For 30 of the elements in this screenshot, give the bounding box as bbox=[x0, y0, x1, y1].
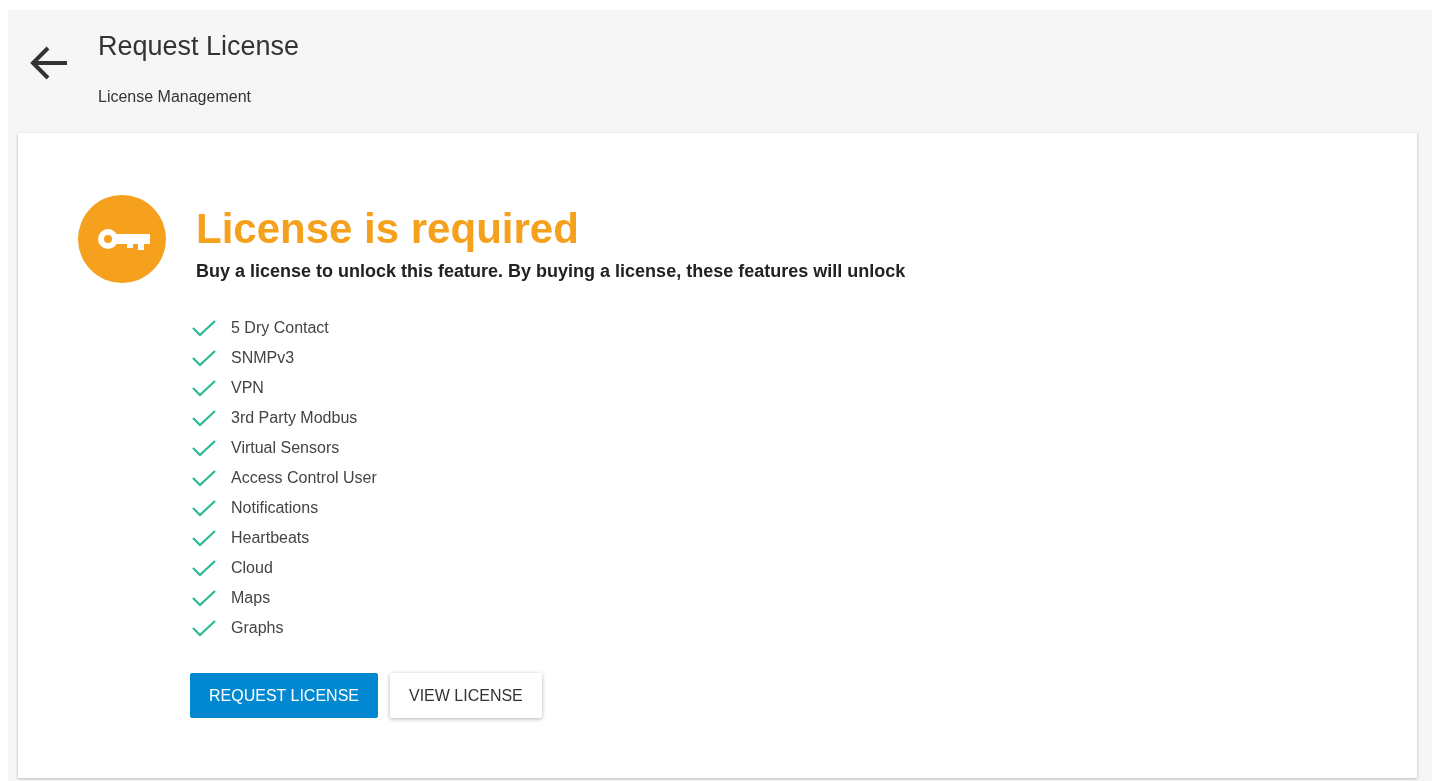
check-icon bbox=[192, 469, 216, 487]
feature-label: VPN bbox=[231, 379, 264, 397]
check-icon bbox=[192, 589, 216, 607]
check-icon bbox=[192, 379, 216, 397]
feature-label: Graphs bbox=[231, 619, 284, 637]
page-subtitle: License Management bbox=[98, 88, 252, 106]
check-icon bbox=[192, 499, 216, 517]
feature-label: 5 Dry Contact bbox=[231, 319, 329, 337]
notice-description: Buy a license to unlock this feature. By buying a license, these features will unlock bbox=[196, 260, 906, 282]
page-title: Request License bbox=[98, 30, 300, 62]
check-icon bbox=[192, 409, 216, 427]
feature-label: Cloud bbox=[231, 559, 273, 577]
check-icon bbox=[192, 349, 216, 367]
check-icon bbox=[192, 619, 216, 637]
feature-label: Virtual Sensors bbox=[231, 439, 340, 457]
license-button[interactable]: VIEW LICENSE bbox=[389, 673, 542, 718]
check-icon bbox=[192, 439, 216, 457]
feature-label: Maps bbox=[231, 589, 271, 607]
feature-label: SNMPv3 bbox=[231, 349, 295, 367]
feature-label: Access Control User bbox=[231, 469, 377, 487]
license-button[interactable]: REQUEST LICENSE bbox=[190, 673, 378, 718]
feature-label: 3rd Party Modbus bbox=[231, 409, 358, 427]
key-icon bbox=[78, 195, 166, 283]
check-icon bbox=[192, 319, 216, 337]
check-icon bbox=[192, 529, 216, 547]
notice-title: License is required bbox=[196, 204, 580, 253]
feature-label: Heartbeats bbox=[231, 529, 310, 547]
feature-label: Notifications bbox=[231, 499, 319, 517]
back-arrow-icon[interactable] bbox=[28, 45, 70, 81]
check-icon bbox=[192, 559, 216, 577]
